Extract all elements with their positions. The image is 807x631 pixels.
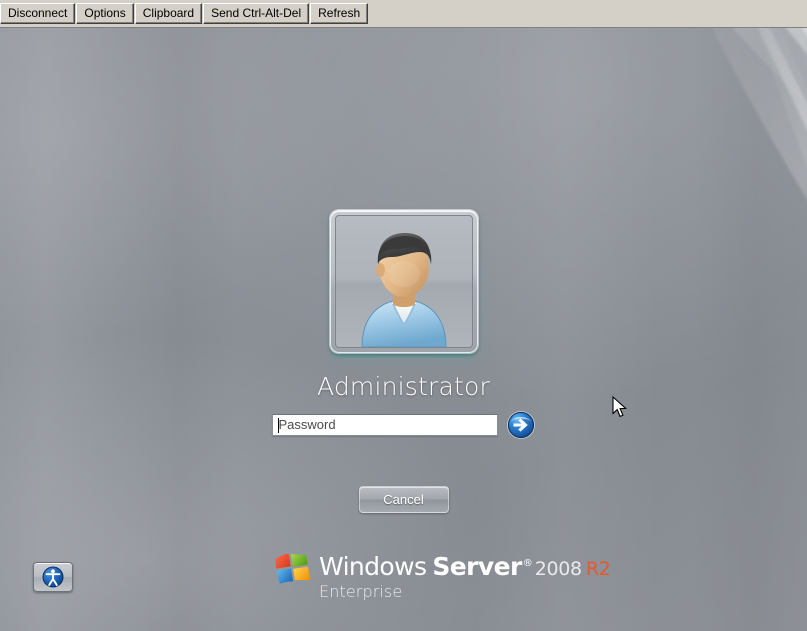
refresh-button[interactable]: Refresh	[310, 3, 369, 24]
brand-server-label: Server	[432, 552, 522, 581]
password-input[interactable]	[271, 413, 498, 436]
windows-server-branding: Windows Server ® 2008 R2 Enterprise	[272, 550, 611, 601]
submit-button[interactable]	[506, 410, 536, 440]
brand-edition-label: Enterprise	[319, 582, 403, 601]
ease-of-access-icon	[42, 566, 64, 588]
wallpaper-streak	[402, 28, 807, 176]
wallpaper-streak	[465, 28, 807, 219]
text-caret	[277, 417, 279, 433]
brand-year-label: 2008	[534, 558, 582, 580]
avatar	[334, 215, 473, 348]
windows-flag-icon	[275, 553, 311, 584]
brand-windows-label: Windows	[319, 552, 427, 581]
windows-logon-background: Administrator Password Cancel Windows Se…	[0, 28, 807, 631]
username-label: Administrator	[316, 372, 491, 401]
user-avatar-icon	[360, 233, 447, 347]
send-ctrl-alt-del-button[interactable]: Send Ctrl-Alt-Del	[203, 3, 310, 24]
cancel-button[interactable]: Cancel	[358, 485, 449, 513]
branding-text: Windows Server ® 2008 R2 Enterprise	[319, 550, 611, 601]
clipboard-button[interactable]: Clipboard	[134, 3, 203, 24]
logon-panel: Administrator Password Cancel	[0, 210, 807, 513]
brand-release-label: R2	[585, 558, 611, 580]
vnc-toolbar: Disconnect Options Clipboard Send Ctrl-A…	[0, 0, 807, 28]
user-tile[interactable]	[329, 210, 478, 353]
branding-primary-line: Windows Server ® 2008 R2	[319, 554, 611, 579]
registered-mark: ®	[522, 558, 533, 569]
password-row	[0, 410, 807, 440]
options-button[interactable]: Options	[76, 3, 134, 24]
remote-desktop-screen: Disconnect Options Clipboard Send Ctrl-A…	[0, 0, 807, 631]
disconnect-button[interactable]: Disconnect	[0, 3, 76, 24]
arrow-right-icon	[506, 410, 535, 439]
ease-of-access-button[interactable]	[33, 562, 73, 592]
